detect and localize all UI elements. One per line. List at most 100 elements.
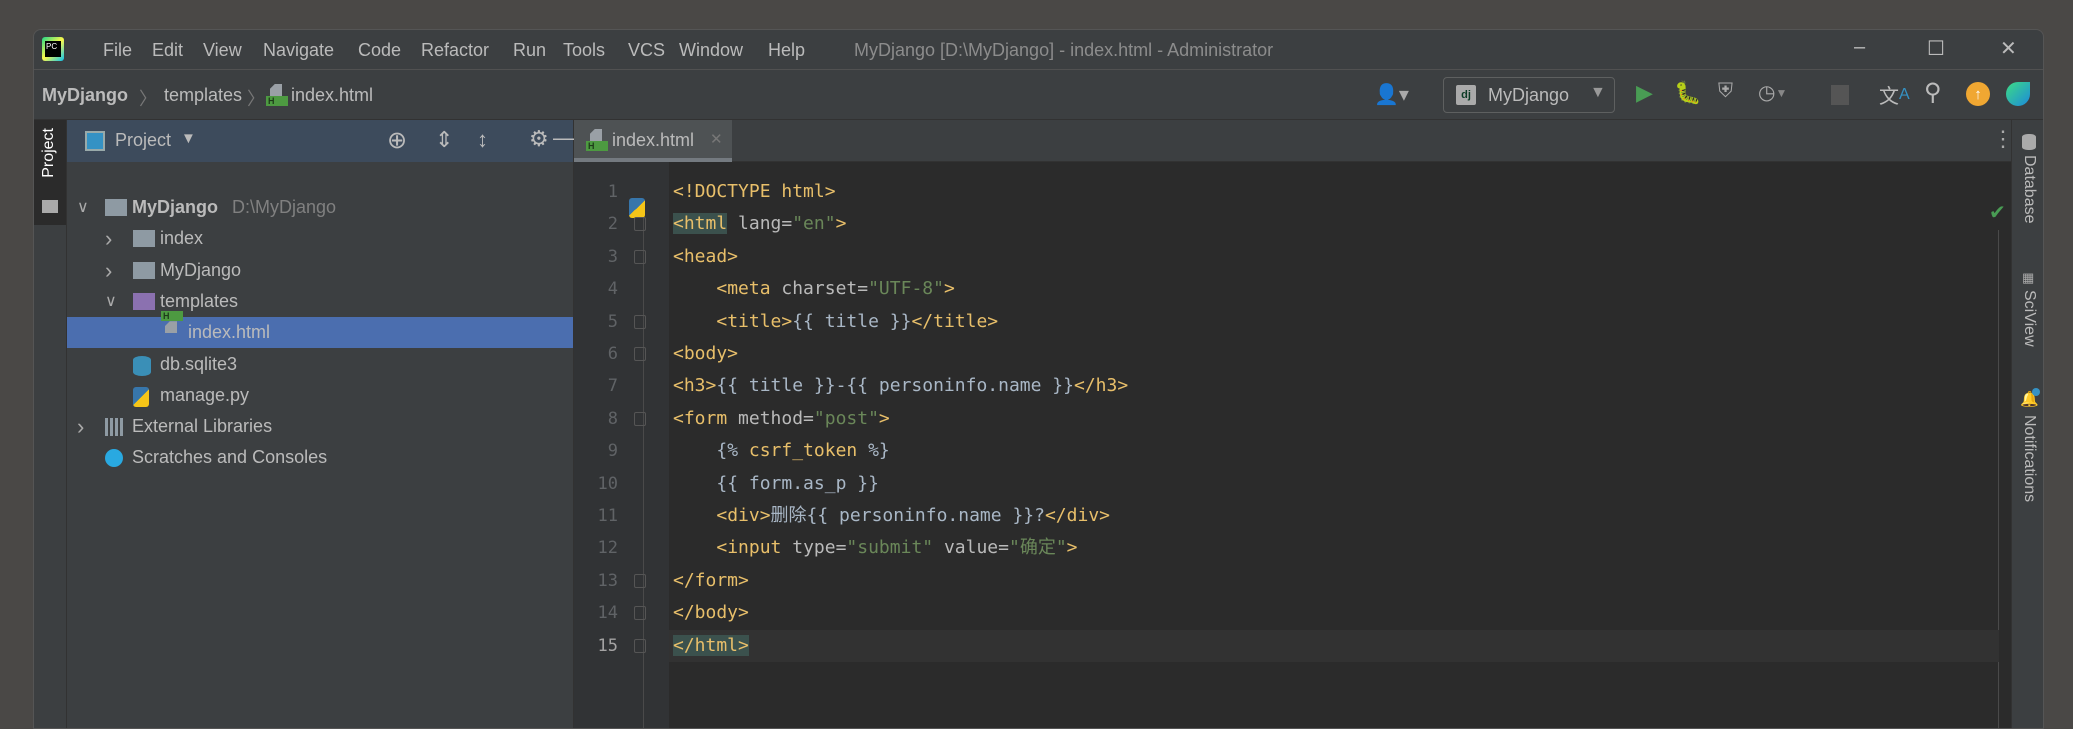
menu-file[interactable]: File [103,40,132,61]
code-line[interactable]: <title>{{ title }}</title> [673,306,998,338]
close-tab-icon[interactable]: ✕ [710,130,723,148]
line-number: 1 [607,182,618,202]
scratches-icon [105,449,123,468]
tree-item[interactable]: Scratches and Consoles [67,442,573,473]
tree-item[interactable]: index.html [67,317,573,349]
close-button[interactable]: ✕ [2000,36,2017,61]
project-view-select[interactable]: Project [115,130,171,151]
project-panel: Project ▼ ⊕ ⇕ ↕ ⚙ — ∨ MyDjango D:\MyDjango… [67,120,575,728]
code-line[interactable]: </form> [673,565,749,597]
tree-item[interactable]: db.sqlite3 [67,349,573,380]
menu-edit[interactable]: Edit [152,40,183,61]
profile-icon[interactable]: ◷ ▼ [1758,80,1787,105]
breadcrumb-templates[interactable]: templates [164,85,242,106]
line-number: 10 [597,473,618,494]
code-line[interactable]: {% csrf_token %} [673,435,890,467]
current-line-highlight [669,629,1999,662]
code-line[interactable]: <head> [673,241,738,273]
fold-marker-icon[interactable] [634,217,646,232]
project-tool-button[interactable]: Project [34,120,66,225]
menu-refactor[interactable]: Refactor [421,40,489,61]
menu-navigate[interactable]: Navigate [263,40,334,61]
fold-marker-icon[interactable] [634,347,646,361]
chevron-right-icon[interactable]: › [105,255,112,286]
gear-icon[interactable]: ⚙ [529,126,549,152]
editor[interactable]: index.html ✕ ⋮ ✔ 1 <!DOCTYPE html> 2 <html … [574,120,2014,728]
chevron-down-icon[interactable]: ▼ [181,130,196,147]
run-configuration-select[interactable]: dj MyDjango ▼ [1443,77,1615,113]
code-token: </form> [673,569,749,591]
collapse-all-icon[interactable]: ↕ [477,127,488,153]
search-icon[interactable]: ⚲ [1924,78,1942,107]
tree-item[interactable]: ∨ MyDjango D:\MyDjango [67,192,573,223]
sciview-tool-button[interactable]: SciView [2020,290,2038,347]
code-token: %} [857,440,890,462]
no-problems-check-icon: ✔ [1989,202,2006,224]
fold-marker-icon[interactable] [634,638,646,653]
line-number: 3 [607,246,618,267]
menu-code[interactable]: Code [358,40,401,61]
code-line[interactable]: <body> [673,338,738,370]
breadcrumb-index-html[interactable]: index.html [291,85,373,106]
menu-run[interactable]: Run [513,40,546,61]
hide-panel-icon[interactable]: — [553,125,575,151]
tree-item[interactable]: › index [67,223,573,254]
code-line[interactable]: </body> [673,597,749,629]
tree-item-label: index [160,228,204,249]
project-view-icon [85,131,105,151]
code-token: "UTF-8" [868,278,944,300]
database-tool-button[interactable]: Database [2020,155,2038,224]
code-line[interactable]: </html> [673,630,749,662]
locate-icon[interactable]: ⊕ [387,126,407,155]
menu-help[interactable]: Help [768,40,805,61]
stop-icon[interactable] [1831,85,1849,105]
line-number: 11 [597,506,618,526]
code-token: "en" [792,213,836,235]
code-line[interactable]: {{ form.as_p }} [673,468,879,500]
tab-index-html[interactable]: index.html ✕ [574,120,732,162]
chevron-down-icon[interactable]: ∨ [105,286,117,317]
fold-marker-icon[interactable] [634,411,646,426]
menu-vcs[interactable]: VCS [628,40,665,61]
debug-icon[interactable]: 🐛 [1674,80,1701,106]
tree-item-label: Scratches and Consoles [132,447,328,468]
code-token: </title> [911,310,999,332]
code-line[interactable]: <h3>{{ title }}-{{ personinfo.name }}</h… [673,370,1128,402]
database-icon [2022,134,2036,150]
chevron-right-icon[interactable]: › [105,223,112,254]
chevron-right-icon[interactable]: › [77,411,84,442]
minimize-button[interactable]: – [1854,36,1865,59]
expand-all-icon[interactable]: ⇕ [435,127,453,153]
menu-view[interactable]: View [203,40,242,61]
code-line[interactable]: <input type="submit" value="确定"> [673,532,1077,564]
code-line[interactable]: <!DOCTYPE html> [673,176,836,208]
fold-marker-icon[interactable] [634,573,646,588]
code-token: "post" [813,407,879,429]
fold-marker-icon[interactable] [634,249,646,264]
tree-item[interactable]: ∨ templates [67,286,573,317]
code-line[interactable]: <form method="post"> [673,403,890,435]
menu-tools[interactable]: Tools [563,40,605,61]
translate-icon[interactable]: 文A [1879,80,1910,109]
user-icon[interactable]: 👤▾ [1374,82,1409,107]
tree-item[interactable]: manage.py [67,380,573,411]
coverage-icon[interactable]: ⛨ [1718,80,1733,103]
update-icon[interactable]: ↑ [1966,82,1990,106]
code-line[interactable]: <div>删除{{ personinfo.name }}?</div> [673,500,1110,532]
tree-item-label: MyDjango [132,197,219,217]
fold-marker-icon[interactable] [634,314,646,329]
code-line[interactable]: <html lang="en"> [673,208,846,240]
breadcrumb-mydjango[interactable]: MyDjango [42,85,128,106]
chevron-down-icon[interactable]: ∨ [77,192,89,223]
maximize-button[interactable]: ☐ [1927,36,1945,61]
tree-item[interactable]: › MyDjango [67,255,573,286]
database-icon [133,355,151,376]
notifications-tool-button[interactable]: Notifications [2020,415,2038,502]
tree-item[interactable]: › External Libraries [67,411,573,442]
code-line[interactable]: <meta charset="UTF-8"> [673,273,954,305]
menu-window[interactable]: Window [679,40,743,61]
fold-marker-icon[interactable] [634,606,646,621]
code-token: > [835,213,847,235]
toolbox-icon[interactable] [2006,82,2030,106]
run-icon[interactable]: ▶ [1636,80,1653,106]
